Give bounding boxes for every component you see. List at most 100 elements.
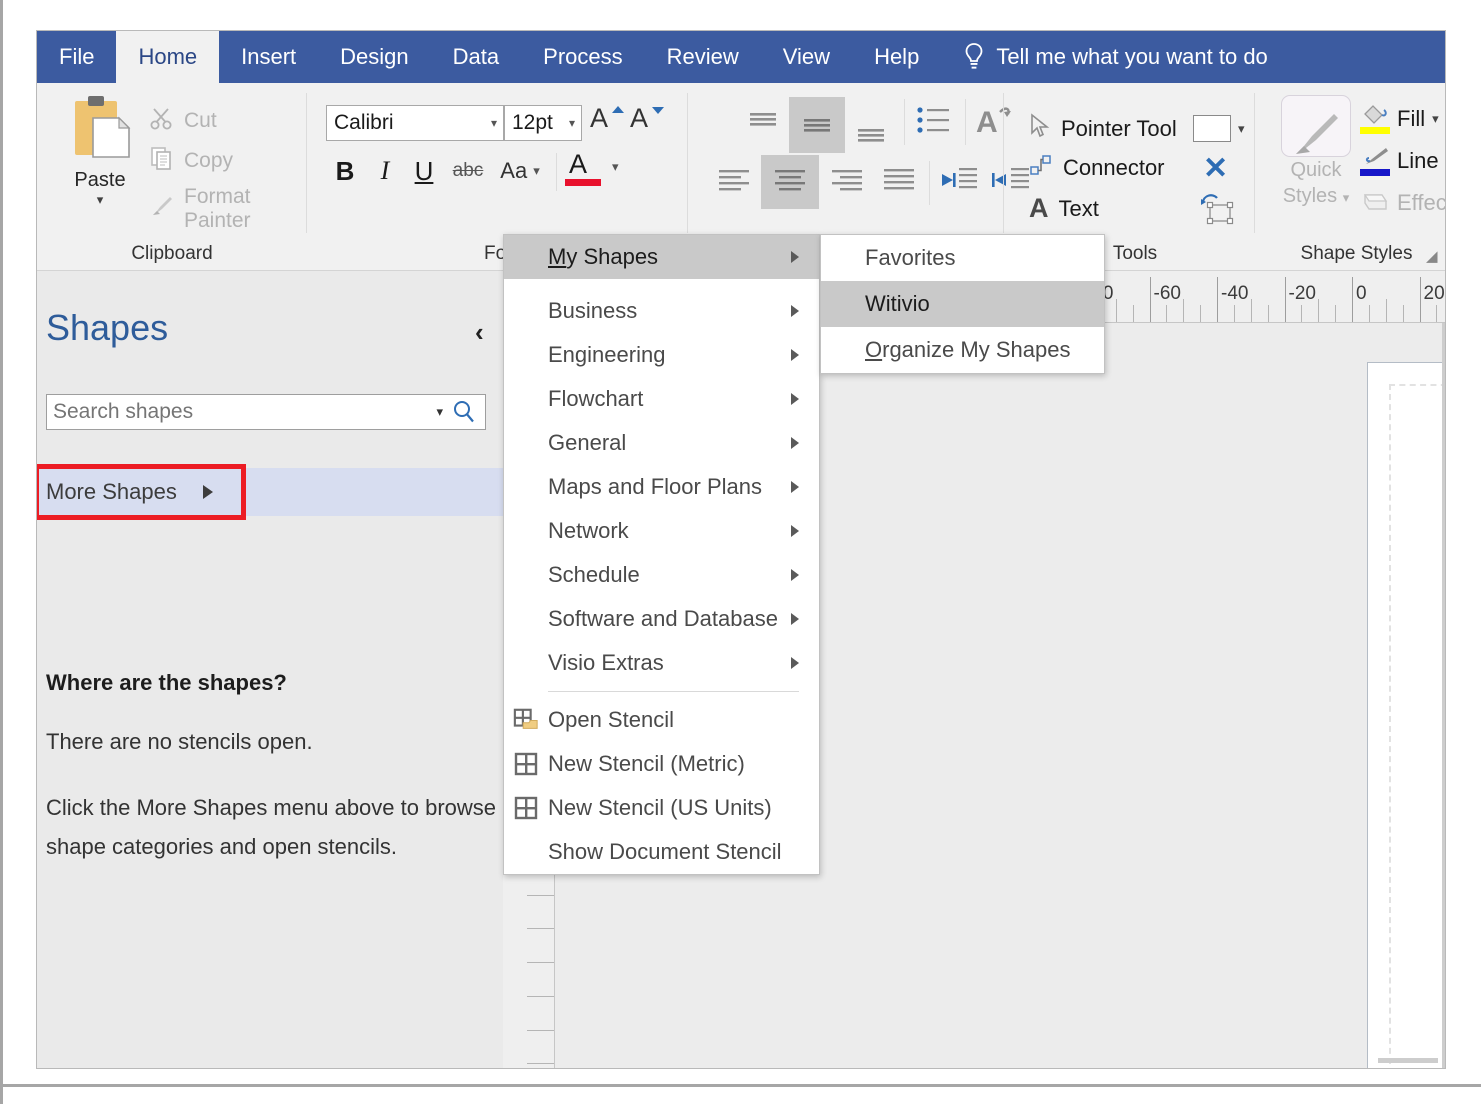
connector-tool-button[interactable]: Connector xyxy=(1029,153,1165,183)
chevron-down-icon[interactable]: ▾ xyxy=(428,404,451,420)
chevron-down-icon[interactable]: ▾ xyxy=(1432,111,1439,127)
menu-item-label: Maps and Floor Plans xyxy=(548,474,762,499)
menu-item-new-stencil-metric[interactable]: New Stencil (Metric) xyxy=(504,742,819,786)
menu-item-show-document-stencil[interactable]: Show Document Stencil xyxy=(504,830,819,874)
empty-state-line-2: Click the More Shapes menu above to brow… xyxy=(46,795,497,859)
submenu-item-witivio[interactable]: Witivio xyxy=(821,281,1104,327)
italic-button[interactable]: I xyxy=(370,151,400,191)
font-size-combobox[interactable]: 12pt ▾ xyxy=(504,105,582,141)
submenu-item-favorites[interactable]: Favorites xyxy=(821,235,1104,281)
chevron-down-icon[interactable]: ▾ xyxy=(1238,121,1245,137)
copy-label: Copy xyxy=(184,149,234,172)
chevron-down-icon[interactable]: ▾ xyxy=(533,163,540,179)
menu-item-label: New Stencil (Metric) xyxy=(548,751,745,776)
effects-icon xyxy=(1360,187,1390,219)
align-middle-button[interactable] xyxy=(789,97,845,153)
triangle-right-icon xyxy=(791,251,799,263)
decrease-indent-button[interactable] xyxy=(935,161,983,203)
line-button[interactable]: Line ▾ xyxy=(1360,145,1445,177)
ruler-minor-tick xyxy=(1318,299,1320,322)
tab-process[interactable]: Process xyxy=(521,31,644,83)
effects-button[interactable]: Effects ▾ xyxy=(1360,187,1445,219)
justify-button[interactable] xyxy=(875,161,923,203)
group-separator xyxy=(687,93,688,233)
menu-item-flowchart[interactable]: Flowchart xyxy=(504,377,819,421)
tab-home[interactable]: Home xyxy=(116,31,220,83)
ruler-minor-tick xyxy=(1233,305,1235,322)
chevron-down-icon[interactable]: ▾ xyxy=(569,116,575,130)
align-center-button[interactable] xyxy=(761,155,819,209)
page-margin-guide xyxy=(1389,384,1445,1068)
quick-styles-button[interactable]: Quick Styles ▾ xyxy=(1274,93,1358,233)
fill-button[interactable]: Fill ▾ xyxy=(1360,103,1439,135)
menu-item-my-shapes[interactable]: My Shapes xyxy=(504,235,819,279)
tab-review[interactable]: Review xyxy=(645,31,761,83)
tab-data[interactable]: Data xyxy=(431,31,521,83)
font-color-button[interactable]: A xyxy=(562,149,606,193)
lightbulb-icon xyxy=(963,42,985,72)
format-painter-label: Format Painter xyxy=(184,185,251,232)
vertical-scrollbar[interactable] xyxy=(1442,323,1445,1068)
paste-button[interactable]: Paste ▾ xyxy=(63,93,137,233)
shape-picker-dropdown[interactable]: ▾ xyxy=(1193,115,1245,142)
bullets-button[interactable] xyxy=(911,99,957,145)
align-left-button[interactable] xyxy=(711,161,759,203)
tab-view[interactable]: View xyxy=(761,31,852,83)
bold-button[interactable]: B xyxy=(328,151,362,191)
triangle-right-icon xyxy=(791,525,799,537)
menu-item-maps-and-floor-plans[interactable]: Maps and Floor Plans xyxy=(504,465,819,509)
menu-item-label: Business xyxy=(548,298,638,323)
ruler-minor-tick xyxy=(1402,305,1404,322)
align-middle-icon xyxy=(800,110,834,141)
menu-item-engineering[interactable]: Engineering xyxy=(504,333,819,377)
stencil-folder-icon xyxy=(513,707,539,733)
font-name-combobox[interactable]: Calibri ▾ xyxy=(326,105,504,141)
menu-item-business[interactable]: Business xyxy=(504,289,819,333)
close-shape-icon[interactable]: ✕ xyxy=(1203,151,1228,186)
submenu-item-organize-my-shapes[interactable]: Organize My Shapes xyxy=(821,327,1104,373)
fill-bucket-icon xyxy=(1360,103,1390,135)
underline-button[interactable]: U xyxy=(408,151,440,191)
quick-styles-icon xyxy=(1281,95,1351,157)
rotate-position-icon[interactable] xyxy=(1197,191,1237,230)
font-color-dropdown-caret[interactable]: ▾ xyxy=(612,159,619,175)
cut-button[interactable]: Cut xyxy=(149,105,217,137)
strikethrough-button[interactable]: abc xyxy=(446,151,490,191)
tab-file[interactable]: File xyxy=(37,31,116,83)
tab-insert[interactable]: Insert xyxy=(219,31,318,83)
justify-icon xyxy=(881,166,917,199)
copy-button[interactable]: Copy xyxy=(149,145,233,177)
align-top-button[interactable] xyxy=(741,105,785,145)
tell-me-search[interactable]: Tell me what you want to do xyxy=(941,31,1285,83)
search-shapes-box[interactable]: ▾ xyxy=(46,394,486,430)
menu-item-label: Software and Database xyxy=(548,606,778,631)
line-label: Line xyxy=(1397,148,1439,173)
pointer-tool-button[interactable]: Pointer Tool xyxy=(1029,113,1177,145)
text-tool-button[interactable]: A Text xyxy=(1029,193,1099,224)
tab-help[interactable]: Help xyxy=(852,31,941,83)
text-direction-button[interactable]: A xyxy=(971,97,1019,147)
search-input[interactable] xyxy=(47,399,429,425)
align-right-button[interactable] xyxy=(823,161,871,203)
menu-item-visio-extras[interactable]: Visio Extras xyxy=(504,641,819,685)
magnifier-icon[interactable] xyxy=(451,399,485,425)
shrink-font-button[interactable]: A xyxy=(630,103,664,134)
menu-item-schedule[interactable]: Schedule xyxy=(504,553,819,597)
menu-item-open-stencil[interactable]: Open Stencil xyxy=(504,698,819,742)
grow-font-button[interactable]: A xyxy=(590,103,624,134)
menu-item-software-and-database[interactable]: Software and Database xyxy=(504,597,819,641)
menu-item-general[interactable]: General xyxy=(504,421,819,465)
align-bottom-button[interactable] xyxy=(849,113,893,153)
group-separator xyxy=(1003,93,1004,233)
shape-styles-dialog-launcher[interactable]: ◢ xyxy=(1426,247,1442,265)
menu-item-network[interactable]: Network xyxy=(504,509,819,553)
menu-item-new-stencil-us-units[interactable]: New Stencil (US Units) xyxy=(504,786,819,830)
chevron-left-icon[interactable]: ‹ xyxy=(475,317,484,348)
chevron-down-icon[interactable]: ▾ xyxy=(491,116,497,130)
change-case-button[interactable]: Aa ▾ xyxy=(494,151,546,191)
format-painter-button[interactable]: Format Painter xyxy=(149,185,307,233)
paste-dropdown-caret[interactable]: ▾ xyxy=(97,193,104,206)
tab-design[interactable]: Design xyxy=(318,31,430,83)
horizontal-scrollbar[interactable] xyxy=(1378,1058,1438,1063)
grow-font-label: A xyxy=(590,103,609,133)
